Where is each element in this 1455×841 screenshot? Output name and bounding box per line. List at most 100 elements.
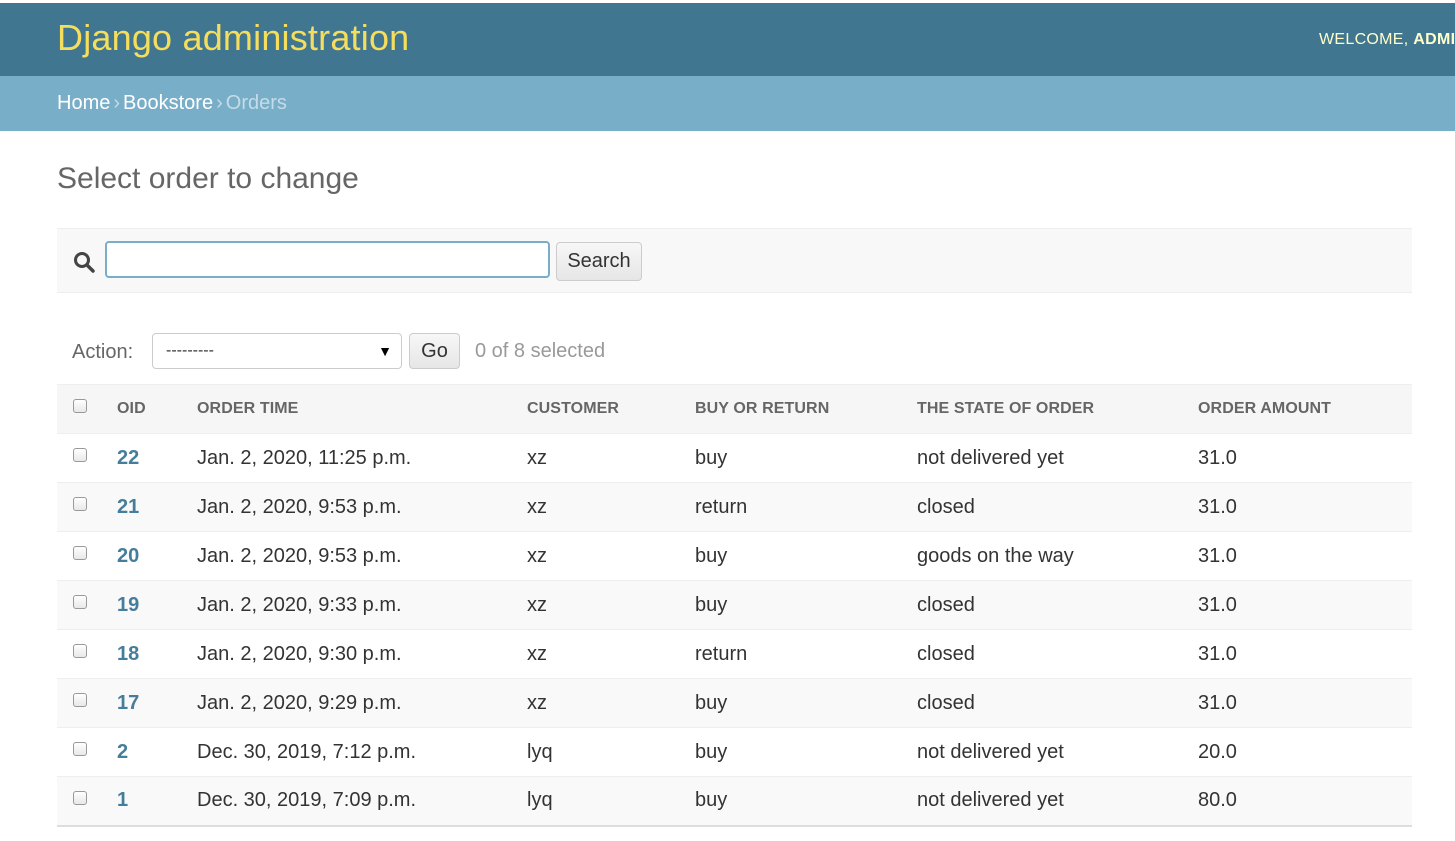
state-cell: closed [917,580,1198,630]
customer-cell: xz [527,433,695,483]
customer-cell: xz [527,580,695,630]
buy-or-return-cell: buy [695,678,917,728]
row-checkbox[interactable] [73,644,87,659]
state-cell: not delivered yet [917,776,1198,827]
page-title: Select order to change [57,162,359,195]
breadcrumb: Home › Bookstore › Orders [0,76,1455,131]
order-time-cell: Jan. 2, 2020, 9:53 p.m. [197,482,527,532]
oid-link[interactable]: 17 [117,692,139,714]
table-row: 18 Jan. 2, 2020, 9:30 p.m. xz return clo… [57,629,1412,679]
action-select[interactable]: --------- ▼ [152,333,402,369]
breadcrumb-separator: › [216,92,223,114]
row-checkbox[interactable] [73,595,87,610]
table-row: 22 Jan. 2, 2020, 11:25 p.m. xz buy not d… [57,433,1412,483]
go-button[interactable]: Go [409,333,460,369]
action-counter: 0 of 8 selected [475,340,606,362]
oid-cell: 17 [117,678,197,728]
welcome-text: WELCOME, [1319,31,1409,48]
oid-link[interactable]: 20 [117,545,139,567]
row-select-cell [57,482,117,532]
actions-bar: Action: --------- ▼ Go 0 of 8 selected [57,333,1412,373]
row-select-cell [57,629,117,679]
oid-link[interactable]: 1 [117,789,128,811]
table-row: 20 Jan. 2, 2020, 9:53 p.m. xz buy goods … [57,531,1412,581]
oid-cell: 20 [117,531,197,581]
oid-cell: 19 [117,580,197,630]
buy-or-return-cell: return [695,482,917,532]
customer-cell: xz [527,482,695,532]
row-checkbox[interactable] [73,448,87,463]
results-table: OID ORDER TIME CUSTOMER BUY OR RETURN TH… [57,384,1412,827]
oid-link[interactable]: 19 [117,594,139,616]
buy-or-return-cell: buy [695,727,917,777]
table-header-row: OID ORDER TIME CUSTOMER BUY OR RETURN TH… [57,384,1412,434]
row-checkbox[interactable] [73,790,87,805]
order-time-cell: Jan. 2, 2020, 9:33 p.m. [197,580,527,630]
site-branding[interactable]: Django administration [57,17,409,59]
table-row: 2 Dec. 30, 2019, 7:12 p.m. lyq buy not d… [57,727,1412,777]
row-select-cell [57,727,117,777]
column-header-state[interactable]: THE STATE OF ORDER [917,384,1198,434]
search-toolbar: Search [57,228,1412,293]
buy-or-return-cell: buy [695,580,917,630]
row-checkbox[interactable] [73,546,87,561]
search-icon [74,252,95,273]
oid-cell: 2 [117,727,197,777]
buy-or-return-cell: return [695,629,917,679]
column-header-oid[interactable]: OID [117,384,197,434]
state-cell: not delivered yet [917,433,1198,483]
customer-cell: xz [527,531,695,581]
user-tools: WELCOME, ADMIN [1319,31,1455,49]
oid-link[interactable]: 18 [117,643,139,665]
order-time-cell: Jan. 2, 2020, 9:29 p.m. [197,678,527,728]
table-row: 19 Jan. 2, 2020, 9:33 p.m. xz buy closed… [57,580,1412,630]
amount-cell: 31.0 [1198,678,1412,728]
search-input[interactable] [105,241,550,278]
amount-cell: 31.0 [1198,433,1412,483]
order-time-cell: Jan. 2, 2020, 11:25 p.m. [197,433,527,483]
username: ADMIN [1413,31,1455,48]
search-button[interactable]: Search [556,242,642,281]
customer-cell: xz [527,678,695,728]
amount-cell: 31.0 [1198,482,1412,532]
action-label: Action: [72,341,134,363]
customer-cell: lyq [527,727,695,777]
buy-or-return-cell: buy [695,531,917,581]
table-row: 17 Jan. 2, 2020, 9:29 p.m. xz buy closed… [57,678,1412,728]
column-header-amount[interactable]: ORDER AMOUNT [1198,384,1412,434]
row-checkbox[interactable] [73,742,87,757]
table-row: 1 Dec. 30, 2019, 7:09 p.m. lyq buy not d… [57,776,1412,827]
select-all-cell [57,384,117,434]
caret-down-icon: ▼ [378,343,392,359]
row-select-cell [57,531,117,581]
column-header-order-time[interactable]: ORDER TIME [197,384,527,434]
column-header-customer[interactable]: CUSTOMER [527,384,695,434]
row-select-cell [57,776,117,827]
row-select-cell [57,580,117,630]
oid-cell: 22 [117,433,197,483]
row-checkbox[interactable] [73,497,87,512]
order-time-cell: Dec. 30, 2019, 7:12 p.m. [197,727,527,777]
amount-cell: 31.0 [1198,580,1412,630]
customer-cell: lyq [527,776,695,827]
breadcrumb-current: Orders [225,92,287,114]
oid-link[interactable]: 22 [117,447,139,469]
breadcrumb-home[interactable]: Home [57,92,110,114]
oid-cell: 1 [117,776,197,827]
row-checkbox[interactable] [73,693,87,708]
oid-cell: 21 [117,482,197,532]
order-time-cell: Jan. 2, 2020, 9:53 p.m. [197,531,527,581]
customer-cell: xz [527,629,695,679]
amount-cell: 80.0 [1198,776,1412,827]
table-row: 21 Jan. 2, 2020, 9:53 p.m. xz return clo… [57,482,1412,532]
state-cell: closed [917,629,1198,679]
oid-cell: 18 [117,629,197,679]
oid-link[interactable]: 21 [117,496,139,518]
select-all-checkbox[interactable] [73,398,87,413]
amount-cell: 20.0 [1198,727,1412,777]
column-header-buy-or-return[interactable]: BUY OR RETURN [695,384,917,434]
breadcrumb-bookstore[interactable]: Bookstore [123,92,213,114]
row-select-cell [57,433,117,483]
oid-link[interactable]: 2 [117,741,128,763]
state-cell: closed [917,482,1198,532]
